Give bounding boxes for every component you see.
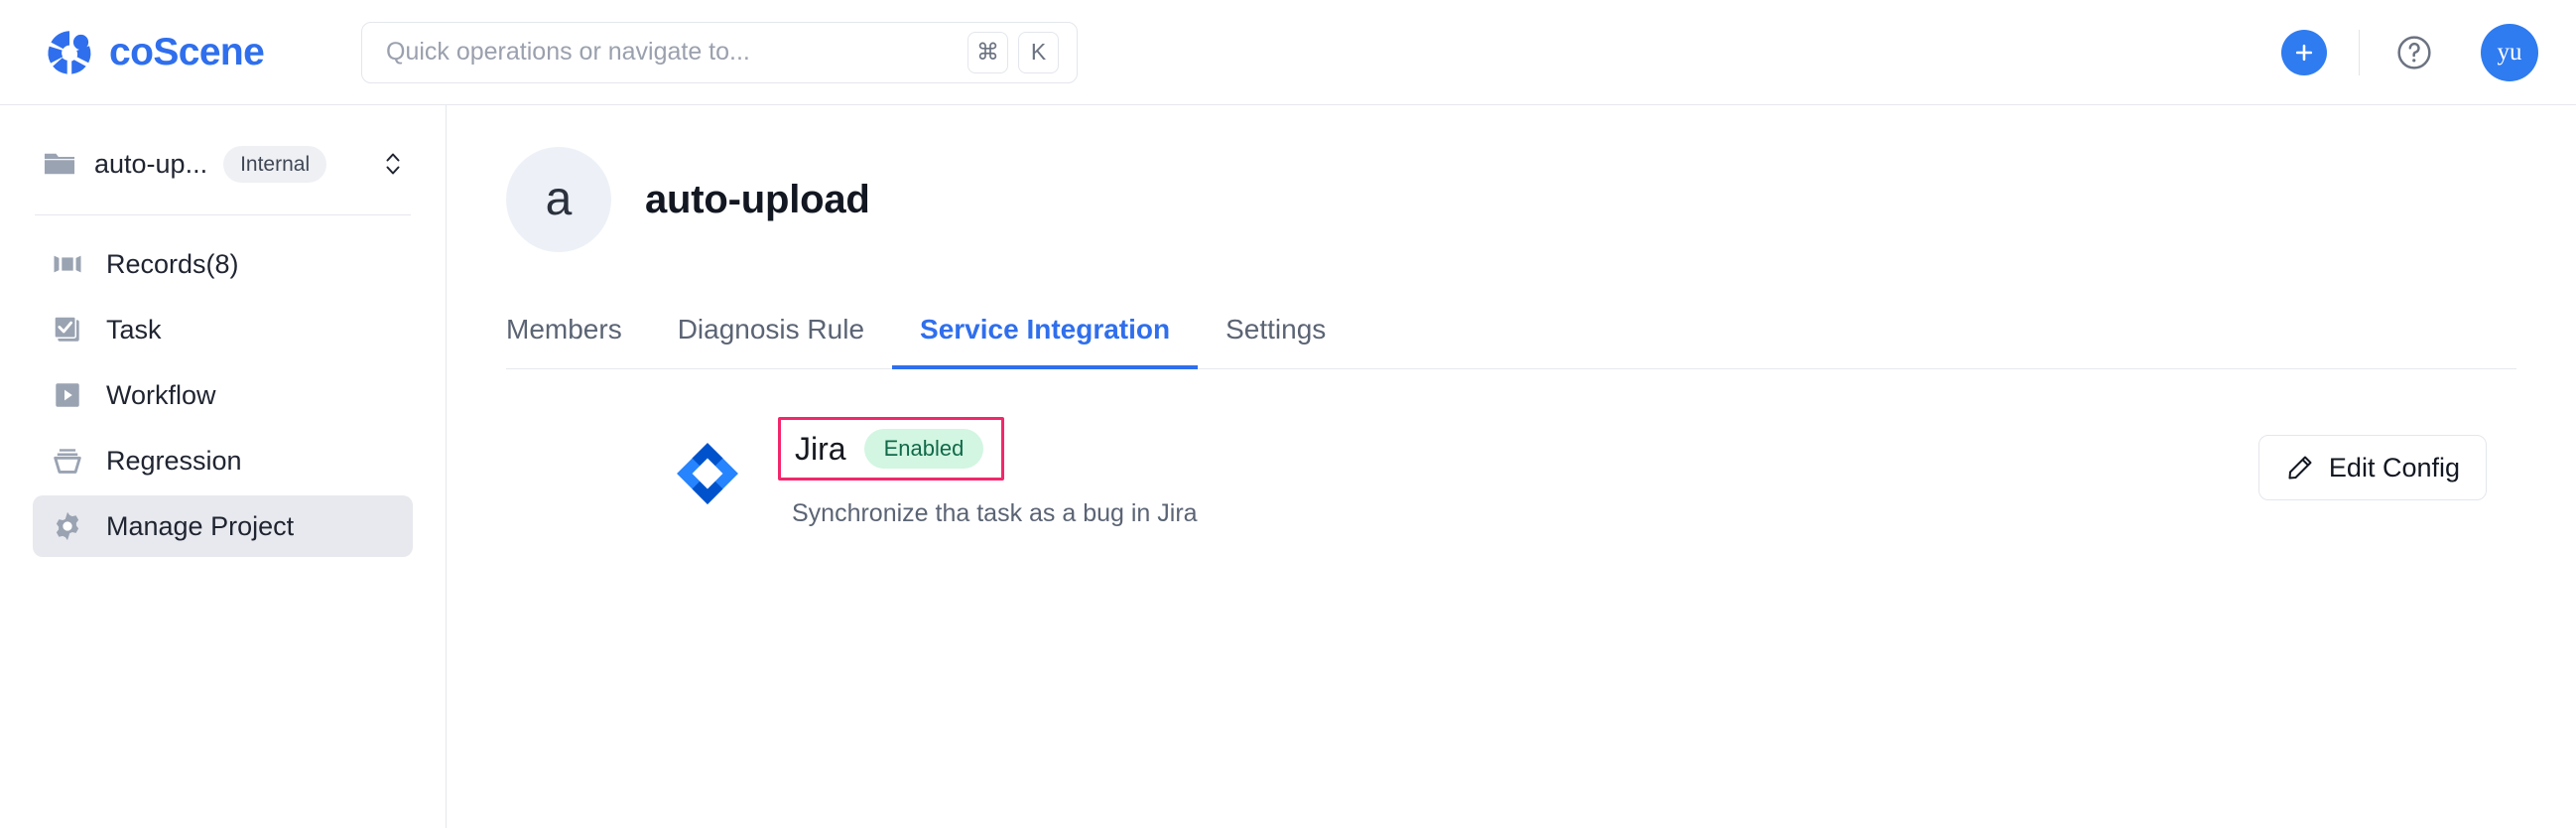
play-square-icon <box>49 376 86 414</box>
tab-service-integration[interactable]: Service Integration <box>892 316 1199 369</box>
sidebar-item-manage-project[interactable]: Manage Project <box>33 495 413 557</box>
sidebar-item-workflow[interactable]: Workflow <box>33 364 413 426</box>
edit-config-label: Edit Config <box>2328 452 2460 483</box>
sidebar-item-records[interactable]: Records(8) <box>33 233 413 295</box>
project-visibility-badge: Internal <box>223 145 327 183</box>
folder-icon <box>44 153 75 175</box>
integration-description: Synchronize tha task as a bug in Jira <box>792 499 1198 527</box>
pencil-icon <box>2288 456 2312 480</box>
project-avatar: a <box>506 147 611 252</box>
app-root: coScene Quick operations or navigate to.… <box>0 0 2576 828</box>
tab-bar: Members Diagnosis Rule Service Integrati… <box>506 290 2516 369</box>
sidebar-item-label: Task <box>106 314 162 345</box>
funnel-icon <box>49 442 86 480</box>
sidebar-item-label: Regression <box>106 445 242 476</box>
check-square-icon <box>49 311 86 348</box>
project-avatar-initial: a <box>545 173 573 225</box>
edit-config-button[interactable]: Edit Config <box>2257 435 2487 500</box>
coscene-logo-icon <box>48 30 91 74</box>
main-content: a auto-upload Members Diagnosis Rule Ser… <box>447 105 2576 828</box>
tab-settings[interactable]: Settings <box>1198 316 1353 369</box>
page-header: a auto-upload <box>506 147 2516 252</box>
project-switcher[interactable]: auto-up... Internal <box>33 133 413 195</box>
plus-icon <box>2295 44 2313 61</box>
user-avatar[interactable]: yu <box>2481 23 2538 81</box>
top-navigation-bar: coScene Quick operations or navigate to.… <box>0 0 2576 105</box>
avatar-initials: yu <box>2497 39 2522 66</box>
integration-item-jira: Jira Enabled Synchronize tha task as a b… <box>506 417 2516 528</box>
sidebar-divider <box>35 214 411 215</box>
body-container: auto-up... Internal Records(8) Task Work… <box>0 105 2576 828</box>
chevron-up-down-icon <box>386 153 400 175</box>
topbar-actions: yu <box>2281 23 2538 81</box>
integration-list: Jira Enabled Synchronize tha task as a b… <box>506 369 2516 528</box>
kbd-command: ⌘ <box>967 31 1008 73</box>
sidebar-item-regression[interactable]: Regression <box>33 430 413 491</box>
sidebar-item-label: Manage Project <box>106 510 295 541</box>
tab-members[interactable]: Members <box>506 316 650 369</box>
integration-details: Jira Enabled Synchronize tha task as a b… <box>778 417 2258 528</box>
search-input[interactable]: Quick operations or navigate to... <box>386 40 967 65</box>
integration-title-highlight: Jira Enabled <box>778 417 1005 481</box>
gear-icon <box>49 507 86 545</box>
project-name: auto-up... <box>94 148 208 179</box>
search-shortcut-keys: ⌘ K <box>967 31 1059 73</box>
jira-logo-icon <box>677 443 738 504</box>
add-button[interactable] <box>2281 29 2327 75</box>
help-button[interactable] <box>2391 30 2437 75</box>
status-badge: Enabled <box>863 429 984 469</box>
sidebar-item-label: Records(8) <box>106 248 239 279</box>
sidebar-nav: Records(8) Task Workflow Regression Mana… <box>33 233 413 557</box>
sidebar: auto-up... Internal Records(8) Task Work… <box>0 105 447 828</box>
tab-diagnosis-rule[interactable]: Diagnosis Rule <box>650 316 892 369</box>
kbd-k: K <box>1018 31 1059 73</box>
sidebar-item-task[interactable]: Task <box>33 299 413 360</box>
integration-name: Jira <box>795 431 846 467</box>
global-search-box[interactable]: Quick operations or navigate to... ⌘ K <box>361 21 1078 83</box>
brand-name: coScene <box>109 31 265 73</box>
topbar-divider <box>2359 29 2360 75</box>
question-circle-icon <box>2397 35 2431 69</box>
records-film-icon <box>49 245 86 283</box>
brand-logo[interactable]: coScene <box>46 28 333 77</box>
page-title: auto-upload <box>645 178 870 221</box>
sidebar-item-label: Workflow <box>106 379 216 410</box>
